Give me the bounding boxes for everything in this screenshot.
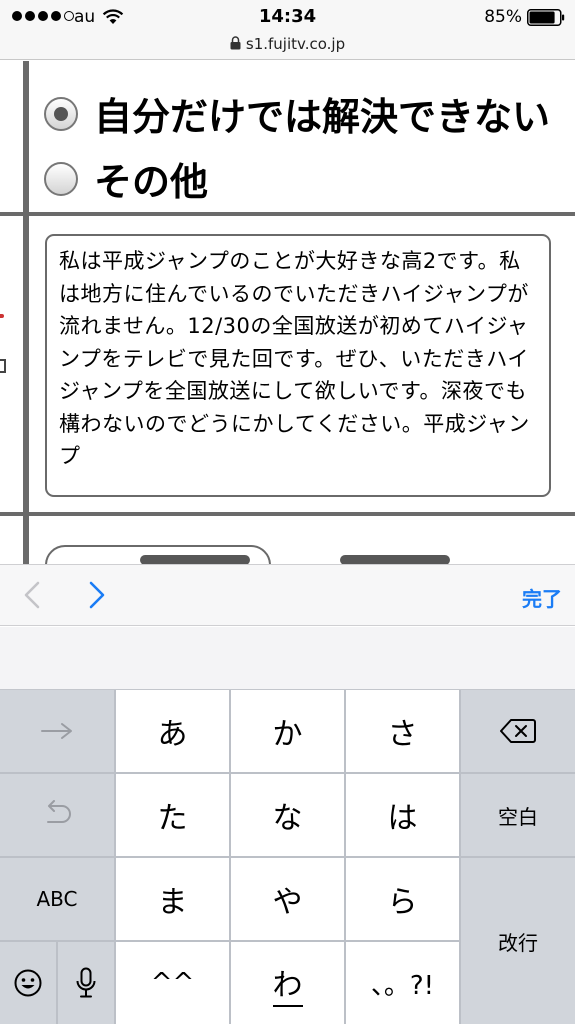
undo-key[interactable] [0,774,114,856]
key-ra[interactable]: ら [346,858,459,940]
radio-label: 自分だけでは解決できない [94,95,551,139]
table-row-divider [0,512,575,516]
status-bar: au 14:34 85% [0,0,575,34]
radio-button-checked[interactable] [44,96,78,131]
undo-icon [47,800,71,823]
japanese-kana-keyboard: あ か さ た な は 空白 ABC ま や ら 改行 ^^ わ 、。?! [0,690,575,1024]
abc-key[interactable]: ABC [0,858,114,940]
backspace-key[interactable] [461,690,575,772]
space-key[interactable]: 空白 [461,774,575,856]
radio-option-self[interactable]: 自分だけでは解決できない [44,86,550,141]
url-text: s1.fujitv.co.jp [245,35,346,53]
arrow-right-icon [41,723,72,739]
emoji-key[interactable] [0,942,56,1024]
battery-percent: 85% [484,7,522,27]
key-na[interactable]: な [231,774,344,856]
web-content[interactable]: 自分だけでは解決できない その他 私は平成ジャンプのことが大好きな高2です。私は… [0,61,575,564]
key-kaomoji[interactable]: ^^ [116,942,229,1024]
key-punctuation[interactable]: 、。?! [346,942,459,1024]
radio-label: その他 [94,160,209,204]
cut-off-label [0,359,6,373]
chevron-left-icon[interactable] [19,580,45,610]
message-text: 私は平成ジャンプのことが大好きな高2です。私は地方に住んでいるのでいただきハイジ… [59,249,530,468]
key-ka[interactable]: か [231,690,344,772]
key-wa[interactable]: わ [231,942,344,1024]
required-mark [0,314,4,318]
emoji-icon [14,969,42,997]
key-ya[interactable]: や [231,858,344,940]
microphone-icon [76,967,96,998]
cut-off-text [140,555,250,564]
form-accessory-bar: 完了 [0,564,575,626]
radio-button[interactable] [44,161,78,196]
backspace-icon [500,719,536,743]
key-ma[interactable]: ま [116,858,229,940]
battery-icon [527,9,565,26]
key-ta[interactable]: た [116,774,229,856]
table-border-inner [26,61,29,564]
done-button[interactable]: 完了 [522,583,562,612]
lock-icon [230,36,241,50]
radio-option-other[interactable]: その他 [44,151,208,206]
key-ha[interactable]: は [346,774,459,856]
message-textarea[interactable]: 私は平成ジャンプのことが大好きな高2です。私は地方に住んでいるのでいただきハイジ… [45,234,551,497]
url-bar[interactable]: s1.fujitv.co.jp [0,34,575,60]
key-sa[interactable]: さ [346,690,459,772]
cut-off-text [340,555,450,564]
predictive-bar [0,627,575,690]
microphone-key[interactable] [58,942,114,1024]
return-key[interactable]: 改行 [461,858,575,1024]
key-a[interactable]: あ [116,690,229,772]
chevron-right-icon[interactable] [84,580,110,610]
table-row-divider [0,212,575,216]
arrow-right-key[interactable] [0,690,114,772]
